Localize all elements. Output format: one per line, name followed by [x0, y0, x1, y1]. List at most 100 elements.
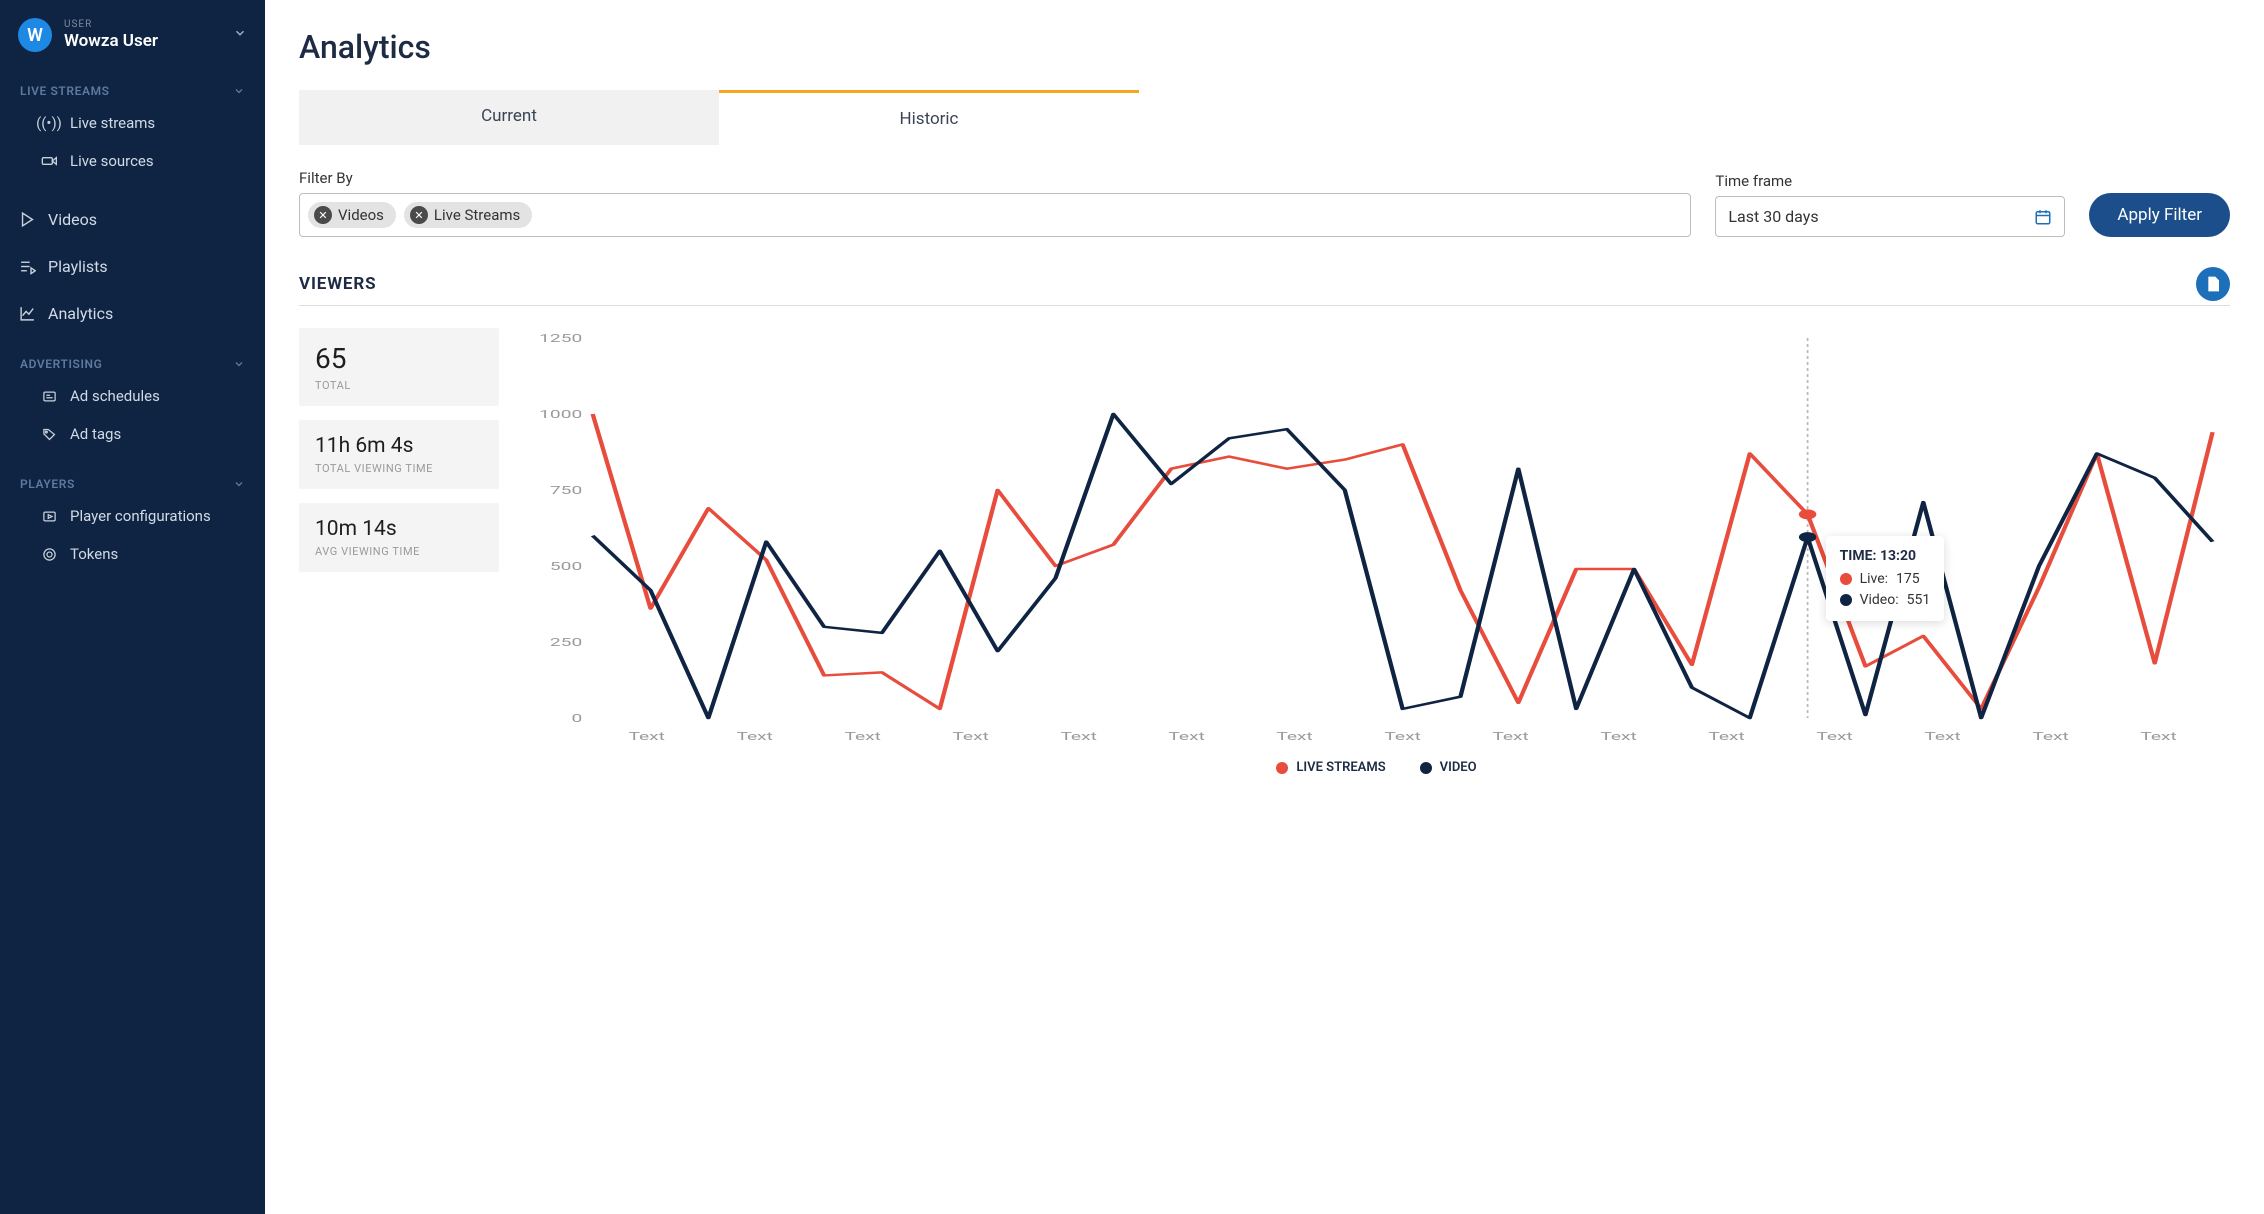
stat-card-avg-time: 10m 14s AVG VIEWING TIME [299, 503, 499, 572]
section-title: LIVE STREAMS [20, 84, 110, 98]
stat-label: TOTAL VIEWING TIME [315, 462, 483, 475]
sidebar-item-label: Live streams [70, 114, 155, 132]
tooltip-video-label: Video: [1860, 590, 1899, 611]
sidebar: W USER Wowza User LIVE STREAMS ((•)) Liv… [0, 0, 265, 1214]
tabs: Current Historic [299, 90, 2230, 145]
apply-filter-button[interactable]: Apply Filter [2089, 193, 2230, 237]
main-content: Analytics Current Historic Filter By ✕ V… [265, 0, 2264, 1214]
sidebar-item-label: Ad tags [70, 425, 121, 443]
viewers-chart[interactable]: 025050075010001250TextTextTextTextTextTe… [523, 328, 2230, 775]
chip-label: Live Streams [434, 206, 520, 224]
stat-label: TOTAL [315, 379, 483, 392]
broadcast-icon: ((•)) [40, 114, 58, 132]
playlist-icon [18, 258, 36, 275]
token-icon [40, 547, 58, 562]
svg-text:Text: Text [736, 730, 772, 743]
sidebar-item-live-sources[interactable]: Live sources [0, 142, 265, 180]
dot-icon [1840, 594, 1852, 606]
timeframe-select[interactable]: Last 30 days [1715, 196, 2065, 237]
filter-chip-live-streams[interactable]: ✕ Live Streams [404, 202, 532, 228]
tab-historic[interactable]: Historic [719, 90, 1139, 145]
svg-text:Text: Text [1060, 730, 1096, 743]
stat-value: 10m 14s [315, 517, 483, 541]
stat-label: AVG VIEWING TIME [315, 545, 483, 558]
dot-icon [1420, 762, 1432, 774]
timeframe-group: Time frame Last 30 days [1715, 172, 2065, 237]
close-icon[interactable]: ✕ [410, 206, 428, 224]
sidebar-item-videos[interactable]: Videos [0, 200, 265, 239]
sidebar-section-advertising[interactable]: ADVERTISING [0, 345, 265, 377]
calendar-icon [2034, 208, 2052, 226]
svg-text:Text: Text [1816, 730, 1852, 743]
chart-icon [18, 305, 36, 322]
play-icon [18, 211, 36, 228]
timeframe-value: Last 30 days [1728, 207, 1818, 226]
svg-text:Text: Text [1708, 730, 1744, 743]
stat-card-total: 65 TOTAL [299, 328, 499, 406]
tab-current[interactable]: Current [299, 90, 719, 145]
avatar: W [18, 18, 52, 52]
filter-by-input[interactable]: ✕ Videos ✕ Live Streams [299, 193, 1691, 237]
svg-text:Text: Text [2140, 730, 2176, 743]
filter-chip-videos[interactable]: ✕ Videos [308, 202, 396, 228]
sidebar-item-ad-tags[interactable]: Ad tags [0, 415, 265, 453]
svg-text:Text: Text [952, 730, 988, 743]
svg-text:0: 0 [571, 712, 582, 725]
sidebar-section-live-streams[interactable]: LIVE STREAMS [0, 72, 265, 104]
svg-text:Text: Text [844, 730, 880, 743]
user-name: Wowza User [64, 31, 158, 51]
sidebar-item-playlists[interactable]: Playlists [0, 247, 265, 286]
viewers-heading: VIEWERS [299, 274, 376, 294]
legend-label: VIDEO [1440, 760, 1477, 775]
sidebar-item-player-configs[interactable]: Player configurations [0, 497, 265, 535]
legend-video: VIDEO [1420, 760, 1477, 775]
sidebar-item-analytics[interactable]: Analytics [0, 294, 265, 333]
section-title: PLAYERS [20, 477, 75, 491]
sidebar-item-tokens[interactable]: Tokens [0, 535, 265, 573]
svg-text:250: 250 [550, 636, 582, 649]
tooltip-time-value: 13:20 [1880, 548, 1916, 564]
tag-icon [40, 427, 58, 442]
chart-legend: LIVE STREAMS VIDEO [523, 760, 2230, 775]
chevron-down-icon [233, 358, 245, 370]
svg-text:Text: Text [1168, 730, 1204, 743]
tooltip-live-label: Live: [1860, 569, 1888, 590]
svg-text:Text: Text [628, 730, 664, 743]
svg-text:Text: Text [1492, 730, 1528, 743]
section-title: ADVERTISING [20, 357, 102, 371]
schedule-icon [40, 389, 58, 404]
tooltip-live-value: 175 [1896, 569, 1920, 590]
user-menu[interactable]: W USER Wowza User [0, 12, 265, 72]
svg-text:Text: Text [1276, 730, 1312, 743]
sidebar-item-label: Ad schedules [70, 387, 160, 405]
sidebar-item-label: Player configurations [70, 507, 211, 525]
user-label: USER [64, 19, 158, 31]
sidebar-item-ad-schedules[interactable]: Ad schedules [0, 377, 265, 415]
filter-by-label: Filter By [299, 169, 1691, 187]
sidebar-item-live-streams[interactable]: ((•)) Live streams [0, 104, 265, 142]
sidebar-item-label: Live sources [70, 152, 154, 170]
filter-by-group: Filter By ✕ Videos ✕ Live Streams [299, 169, 1691, 237]
timeframe-label: Time frame [1715, 172, 2065, 190]
svg-text:1250: 1250 [539, 332, 582, 345]
export-report-button[interactable] [2196, 267, 2230, 301]
config-icon [40, 509, 58, 524]
stat-cards: 65 TOTAL 11h 6m 4s TOTAL VIEWING TIME 10… [299, 328, 499, 775]
dot-icon [1276, 762, 1288, 774]
legend-label: LIVE STREAMS [1296, 760, 1385, 775]
sidebar-section-players[interactable]: PLAYERS [0, 465, 265, 497]
sidebar-item-label: Playlists [48, 257, 108, 276]
sidebar-item-label: Videos [48, 210, 97, 229]
chevron-down-icon [233, 26, 247, 44]
sidebar-item-label: Tokens [70, 545, 118, 563]
sidebar-item-label: Analytics [48, 304, 113, 323]
camera-icon [40, 153, 58, 169]
chevron-down-icon [233, 478, 245, 490]
tooltip-time-label: TIME: [1840, 548, 1877, 564]
svg-text:Text: Text [1600, 730, 1636, 743]
chart-tooltip: TIME: 13:20 Live: 175 Video: 551 [1826, 536, 1945, 621]
dot-icon [1840, 573, 1852, 585]
close-icon[interactable]: ✕ [314, 206, 332, 224]
stat-card-total-time: 11h 6m 4s TOTAL VIEWING TIME [299, 420, 499, 489]
document-icon [2205, 276, 2221, 292]
